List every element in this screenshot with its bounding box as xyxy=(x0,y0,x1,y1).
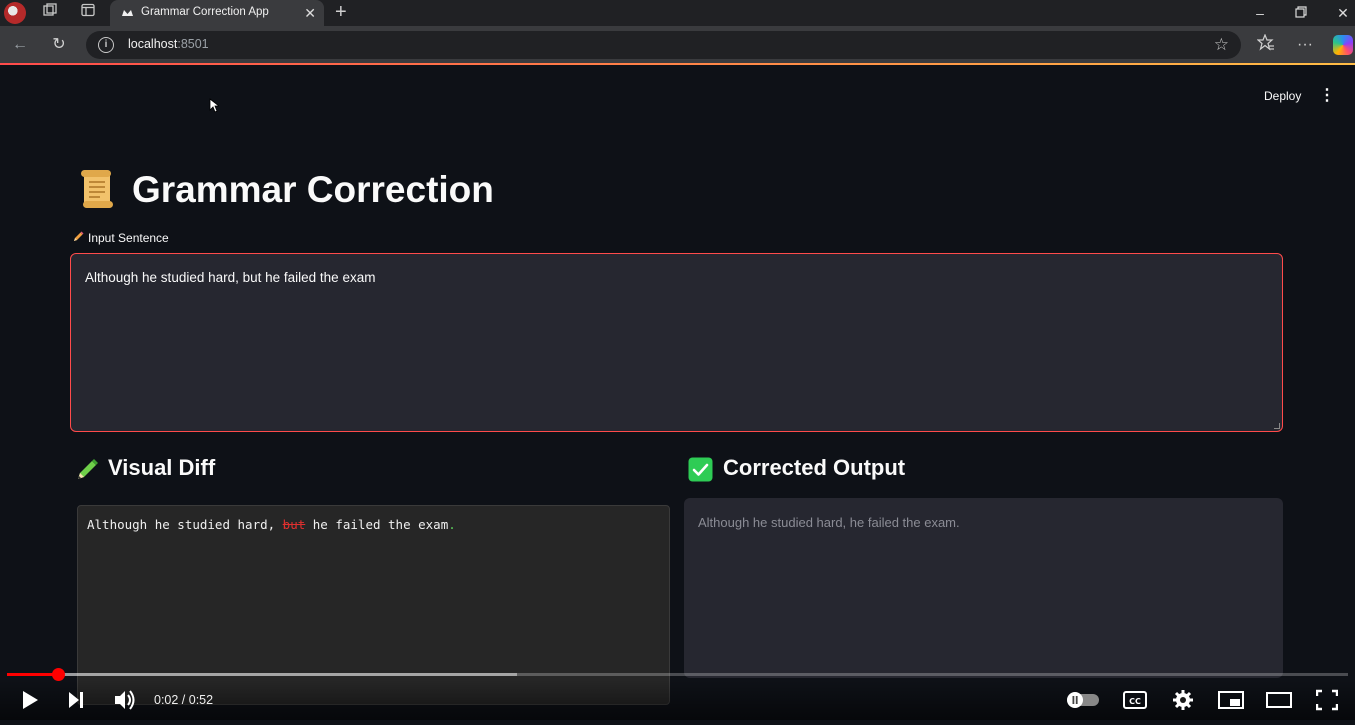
close-tab-icon[interactable]: ✕ xyxy=(304,4,316,22)
fullscreen-icon[interactable] xyxy=(1315,680,1339,720)
miniplayer-icon[interactable] xyxy=(1218,680,1244,720)
diff-unchanged-text-2: he failed the exam xyxy=(305,517,449,532)
settings-gear-icon[interactable] xyxy=(1171,680,1195,720)
input-sentence-textarea[interactable]: Although he studied hard, but he failed … xyxy=(70,253,1283,432)
tab-strip: Grammar Correction App ✕ + – ✕ xyxy=(0,0,1355,26)
next-icon[interactable] xyxy=(67,680,87,720)
subtitles-icon[interactable]: CC xyxy=(1123,680,1147,720)
autoplay-toggle-icon[interactable] xyxy=(1066,680,1100,720)
corrected-output-value: Although he studied hard, he failed the … xyxy=(698,515,960,530)
favorite-star-icon[interactable]: ☆ xyxy=(1214,34,1229,56)
pencil-icon xyxy=(74,231,84,241)
workspaces-icon[interactable] xyxy=(39,3,61,23)
volume-icon[interactable] xyxy=(113,680,137,720)
navigation-bar: ← ↻ i localhost:8501 ☆ ··· xyxy=(0,26,1355,64)
more-options-icon[interactable]: ··· xyxy=(1297,34,1313,56)
minimize-icon[interactable]: – xyxy=(1249,2,1271,24)
deploy-button[interactable]: Deploy xyxy=(1264,89,1301,103)
corrected-output-textarea[interactable]: Although he studied hard, he failed the … xyxy=(684,498,1283,678)
back-icon[interactable]: ← xyxy=(9,34,31,56)
url-text[interactable]: localhost:8501 xyxy=(128,37,209,51)
mouse-cursor-icon xyxy=(209,98,219,113)
page-title: Grammar Correction xyxy=(132,169,494,210)
diff-unchanged-text: Although he studied hard, xyxy=(87,517,283,532)
progress-played xyxy=(7,673,59,676)
favorites-icon[interactable] xyxy=(1256,33,1275,59)
highlighter-pencil-icon xyxy=(78,459,98,479)
time-display: 0:02 / 0:52 xyxy=(154,693,214,707)
reload-icon[interactable]: ↻ xyxy=(48,34,70,56)
scroll-icon xyxy=(81,170,113,208)
svg-text:CC: CC xyxy=(1129,697,1141,706)
main-menu-icon[interactable]: ⋮ xyxy=(1319,85,1335,105)
profile-avatar-icon[interactable] xyxy=(4,2,26,24)
play-icon[interactable] xyxy=(20,680,40,720)
close-window-icon[interactable]: ✕ xyxy=(1332,2,1354,24)
diff-deleted-text: but xyxy=(282,517,306,532)
corrected-output-title: Corrected Output xyxy=(723,455,906,480)
url-host: localhost xyxy=(128,37,178,51)
input-label-text: Input Sentence xyxy=(88,231,169,245)
new-tab-icon[interactable]: + xyxy=(335,1,347,23)
check-mark-button-icon xyxy=(688,457,713,482)
tab-title: Grammar Correction App xyxy=(141,6,269,18)
browser-window: Grammar Correction App ✕ + – ✕ ← ↻ i loc… xyxy=(0,0,1355,720)
visual-diff-title: Visual Diff xyxy=(108,455,216,480)
tab-actions-icon[interactable] xyxy=(77,3,99,23)
diff-added-text: . xyxy=(448,517,456,532)
site-info-icon[interactable]: i xyxy=(98,37,114,53)
streamlit-crown-icon xyxy=(122,8,133,18)
theater-mode-icon[interactable] xyxy=(1266,680,1292,720)
tab-grammar-correction[interactable]: Grammar Correction App ✕ xyxy=(110,0,324,26)
streamlit-app: Deploy ⋮ Grammar Correction Input Senten… xyxy=(0,65,1355,720)
copilot-icon[interactable] xyxy=(1333,35,1353,55)
video-progress-bar[interactable] xyxy=(7,673,1348,676)
input-label: Input Sentence xyxy=(72,231,169,245)
resize-handle-icon[interactable] xyxy=(1274,423,1280,429)
video-controls: 0:02 / 0:52 CC xyxy=(0,680,1355,720)
input-sentence-value: Although he studied hard, but he failed … xyxy=(85,270,376,285)
progress-buffered xyxy=(7,673,517,676)
restore-icon[interactable] xyxy=(1290,2,1312,24)
address-bar[interactable]: i localhost:8501 ☆ xyxy=(86,31,1241,59)
url-port: :8501 xyxy=(177,37,209,51)
